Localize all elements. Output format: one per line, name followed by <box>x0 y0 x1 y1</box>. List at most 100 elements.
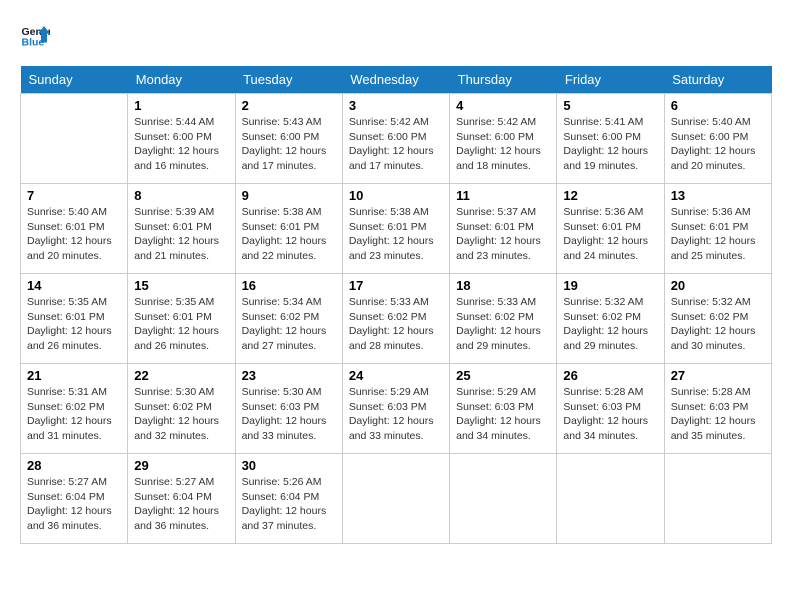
weekday-header-wednesday: Wednesday <box>342 66 449 94</box>
calendar-cell: 23 Sunrise: 5:30 AM Sunset: 6:03 PM Dayli… <box>235 364 342 454</box>
day-number: 3 <box>349 98 443 113</box>
calendar-week-1: 1Sunrise: 5:44 AM Sunset: 6:00 PM Daylig… <box>21 94 772 184</box>
calendar-table: SundayMondayTuesdayWednesdayThursdayFrid… <box>20 66 772 544</box>
day-content: Sunrise: 5:32 AM Sunset: 6:02 PM Dayligh… <box>671 295 765 354</box>
day-content: Sunrise: 5:38 AM Sunset: 6:01 PM Dayligh… <box>242 205 336 264</box>
day-number: 2 <box>242 98 336 113</box>
calendar-cell: 16 Sunrise: 5:34 AM Sunset: 6:02 PM Dayli… <box>235 274 342 364</box>
day-number: 29 <box>134 458 228 473</box>
day-number: 24 <box>349 368 443 383</box>
weekday-header-thursday: Thursday <box>450 66 557 94</box>
weekday-header-saturday: Saturday <box>664 66 771 94</box>
calendar-week-2: 7 Sunrise: 5:40 AM Sunset: 6:01 PM Daylig… <box>21 184 772 274</box>
calendar-cell: 28Sunrise: 5:27 AM Sunset: 6:04 PM Dayli… <box>21 454 128 544</box>
day-content: Sunrise: 5:35 AM Sunset: 6:01 PM Dayligh… <box>134 295 228 354</box>
calendar-cell <box>557 454 664 544</box>
calendar-week-3: 14 Sunrise: 5:35 AM Sunset: 6:01 PM Dayli… <box>21 274 772 364</box>
calendar-cell: 29 Sunrise: 5:27 AM Sunset: 6:04 PM Dayli… <box>128 454 235 544</box>
calendar-cell: 18 Sunrise: 5:33 AM Sunset: 6:02 PM Dayli… <box>450 274 557 364</box>
day-content: Sunrise: 5:36 AM Sunset: 6:01 PM Dayligh… <box>563 205 657 264</box>
calendar-cell: 30 Sunrise: 5:26 AM Sunset: 6:04 PM Dayli… <box>235 454 342 544</box>
day-content: Sunrise: 5:35 AM Sunset: 6:01 PM Dayligh… <box>27 295 121 354</box>
calendar-cell: 13 Sunrise: 5:36 AM Sunset: 6:01 PM Dayli… <box>664 184 771 274</box>
day-content: Sunrise: 5:42 AM Sunset: 6:00 PM Dayligh… <box>349 115 443 174</box>
day-content: Sunrise: 5:29 AM Sunset: 6:03 PM Dayligh… <box>349 385 443 444</box>
calendar-cell: 9 Sunrise: 5:38 AM Sunset: 6:01 PM Daylig… <box>235 184 342 274</box>
day-number: 19 <box>563 278 657 293</box>
calendar-cell: 26 Sunrise: 5:28 AM Sunset: 6:03 PM Dayli… <box>557 364 664 454</box>
day-number: 30 <box>242 458 336 473</box>
day-number: 11 <box>456 188 550 203</box>
page-header: General Blue <box>20 20 772 50</box>
calendar-week-4: 21Sunrise: 5:31 AM Sunset: 6:02 PM Dayli… <box>21 364 772 454</box>
calendar-cell: 15Sunrise: 5:35 AM Sunset: 6:01 PM Dayli… <box>128 274 235 364</box>
day-number: 17 <box>349 278 443 293</box>
weekday-header-tuesday: Tuesday <box>235 66 342 94</box>
day-content: Sunrise: 5:38 AM Sunset: 6:01 PM Dayligh… <box>349 205 443 264</box>
calendar-cell: 14 Sunrise: 5:35 AM Sunset: 6:01 PM Dayli… <box>21 274 128 364</box>
day-content: Sunrise: 5:31 AM Sunset: 6:02 PM Dayligh… <box>27 385 121 444</box>
day-content: Sunrise: 5:36 AM Sunset: 6:01 PM Dayligh… <box>671 205 765 264</box>
calendar-cell: 2Sunrise: 5:43 AM Sunset: 6:00 PM Daylig… <box>235 94 342 184</box>
calendar-cell <box>21 94 128 184</box>
day-content: Sunrise: 5:33 AM Sunset: 6:02 PM Dayligh… <box>456 295 550 354</box>
day-content: Sunrise: 5:40 AM Sunset: 6:01 PM Dayligh… <box>27 205 121 264</box>
calendar-cell: 8 Sunrise: 5:39 AM Sunset: 6:01 PM Daylig… <box>128 184 235 274</box>
day-number: 22 <box>134 368 228 383</box>
calendar-cell: 7 Sunrise: 5:40 AM Sunset: 6:01 PM Daylig… <box>21 184 128 274</box>
day-content: Sunrise: 5:28 AM Sunset: 6:03 PM Dayligh… <box>563 385 657 444</box>
day-content: Sunrise: 5:39 AM Sunset: 6:01 PM Dayligh… <box>134 205 228 264</box>
day-number: 1 <box>134 98 228 113</box>
day-number: 5 <box>563 98 657 113</box>
day-number: 12 <box>563 188 657 203</box>
day-content: Sunrise: 5:40 AM Sunset: 6:00 PM Dayligh… <box>671 115 765 174</box>
calendar-cell <box>342 454 449 544</box>
day-content: Sunrise: 5:34 AM Sunset: 6:02 PM Dayligh… <box>242 295 336 354</box>
day-number: 27 <box>671 368 765 383</box>
day-content: Sunrise: 5:33 AM Sunset: 6:02 PM Dayligh… <box>349 295 443 354</box>
day-number: 9 <box>242 188 336 203</box>
weekday-header-friday: Friday <box>557 66 664 94</box>
logo-icon: General Blue <box>20 20 50 50</box>
day-content: Sunrise: 5:32 AM Sunset: 6:02 PM Dayligh… <box>563 295 657 354</box>
day-number: 16 <box>242 278 336 293</box>
day-number: 20 <box>671 278 765 293</box>
day-number: 8 <box>134 188 228 203</box>
calendar-cell: 19 Sunrise: 5:32 AM Sunset: 6:02 PM Dayli… <box>557 274 664 364</box>
calendar-cell: 6 Sunrise: 5:40 AM Sunset: 6:00 PM Daylig… <box>664 94 771 184</box>
weekday-header-row: SundayMondayTuesdayWednesdayThursdayFrid… <box>21 66 772 94</box>
weekday-header-monday: Monday <box>128 66 235 94</box>
day-number: 6 <box>671 98 765 113</box>
day-number: 14 <box>27 278 121 293</box>
day-content: Sunrise: 5:30 AM Sunset: 6:03 PM Dayligh… <box>242 385 336 444</box>
day-content: Sunrise: 5:27 AM Sunset: 6:04 PM Dayligh… <box>27 475 121 534</box>
day-number: 23 <box>242 368 336 383</box>
calendar-cell: 27 Sunrise: 5:28 AM Sunset: 6:03 PM Dayli… <box>664 364 771 454</box>
calendar-cell: 22Sunrise: 5:30 AM Sunset: 6:02 PM Dayli… <box>128 364 235 454</box>
calendar-cell: 25Sunrise: 5:29 AM Sunset: 6:03 PM Dayli… <box>450 364 557 454</box>
calendar-cell: 21Sunrise: 5:31 AM Sunset: 6:02 PM Dayli… <box>21 364 128 454</box>
day-content: Sunrise: 5:28 AM Sunset: 6:03 PM Dayligh… <box>671 385 765 444</box>
weekday-header-sunday: Sunday <box>21 66 128 94</box>
calendar-cell <box>664 454 771 544</box>
svg-text:Blue: Blue <box>22 37 45 49</box>
calendar-cell: 4Sunrise: 5:42 AM Sunset: 6:00 PM Daylig… <box>450 94 557 184</box>
day-content: Sunrise: 5:42 AM Sunset: 6:00 PM Dayligh… <box>456 115 550 174</box>
day-content: Sunrise: 5:27 AM Sunset: 6:04 PM Dayligh… <box>134 475 228 534</box>
calendar-cell: 10 Sunrise: 5:38 AM Sunset: 6:01 PM Dayli… <box>342 184 449 274</box>
calendar-cell: 11Sunrise: 5:37 AM Sunset: 6:01 PM Dayli… <box>450 184 557 274</box>
day-number: 25 <box>456 368 550 383</box>
calendar-cell: 12 Sunrise: 5:36 AM Sunset: 6:01 PM Dayli… <box>557 184 664 274</box>
day-number: 18 <box>456 278 550 293</box>
day-number: 7 <box>27 188 121 203</box>
calendar-cell: 5Sunrise: 5:41 AM Sunset: 6:00 PM Daylig… <box>557 94 664 184</box>
day-number: 10 <box>349 188 443 203</box>
calendar-cell: 3 Sunrise: 5:42 AM Sunset: 6:00 PM Daylig… <box>342 94 449 184</box>
day-number: 13 <box>671 188 765 203</box>
calendar-cell: 20 Sunrise: 5:32 AM Sunset: 6:02 PM Dayli… <box>664 274 771 364</box>
calendar-cell: 17 Sunrise: 5:33 AM Sunset: 6:02 PM Dayli… <box>342 274 449 364</box>
calendar-cell: 1Sunrise: 5:44 AM Sunset: 6:00 PM Daylig… <box>128 94 235 184</box>
day-content: Sunrise: 5:26 AM Sunset: 6:04 PM Dayligh… <box>242 475 336 534</box>
day-number: 26 <box>563 368 657 383</box>
calendar-cell <box>450 454 557 544</box>
